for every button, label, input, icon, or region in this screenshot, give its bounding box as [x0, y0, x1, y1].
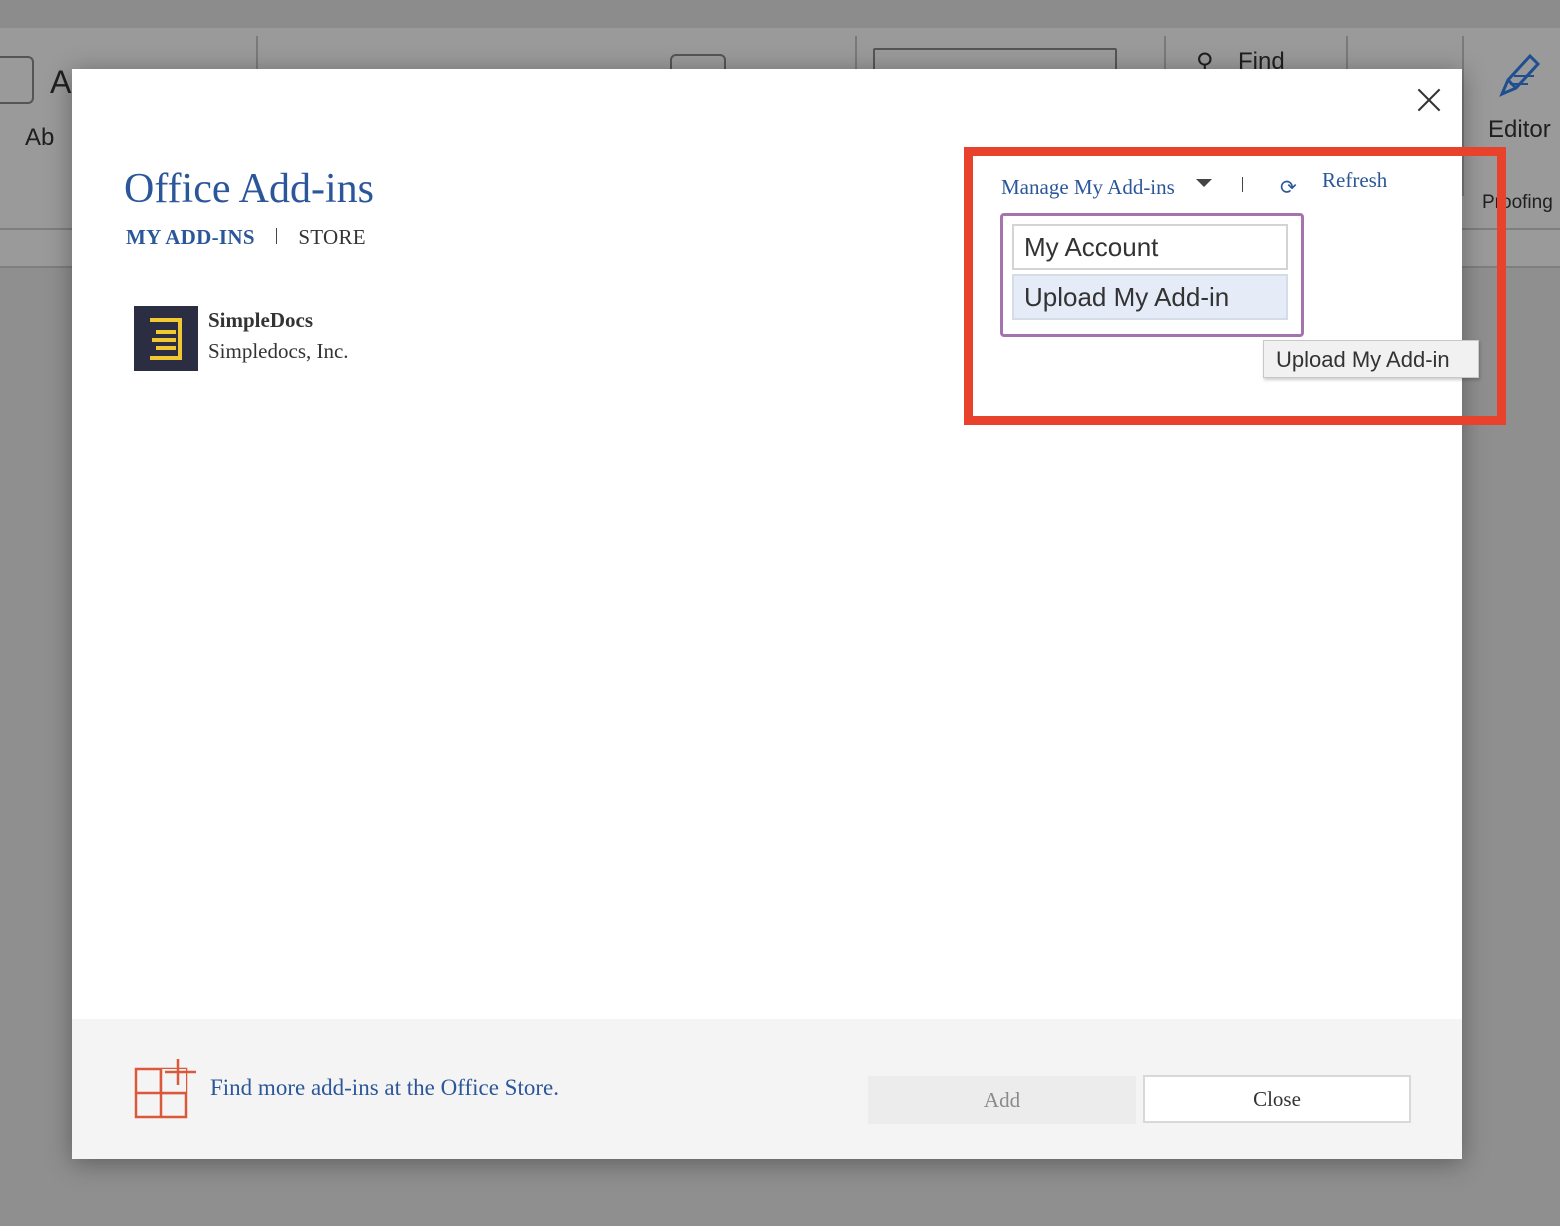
refresh-icon[interactable]: ⟳	[1280, 175, 1297, 200]
styles-sample[interactable]: Ab	[25, 124, 54, 152]
chevron-down-icon[interactable]	[1196, 179, 1212, 187]
tab-store[interactable]: STORE	[298, 225, 366, 249]
dialog-title: Office Add-ins	[124, 166, 375, 212]
editor-pen-icon[interactable]	[1494, 50, 1544, 100]
ribbon-divider	[1462, 36, 1464, 196]
editor-label[interactable]: Editor	[1488, 116, 1551, 144]
menu-item-my-account[interactable]: My Account	[1012, 224, 1288, 270]
menu-item-upload-my-addin[interactable]: Upload My Add-in	[1012, 274, 1288, 320]
addin-name: SimpleDocs	[208, 308, 313, 332]
close-icon[interactable]	[1412, 83, 1446, 117]
manage-dropdown-menu: My Account Upload My Add-in	[1000, 213, 1304, 337]
tab-separator	[276, 228, 278, 244]
ribbon-tab-strip	[0, 0, 1560, 28]
addin-list-item[interactable]: SimpleDocs Simpledocs, Inc.	[134, 306, 634, 372]
font-dropdown[interactable]	[0, 56, 34, 104]
close-button[interactable]: Close	[1143, 1075, 1411, 1123]
upload-tooltip: Upload My Add-in	[1263, 340, 1479, 378]
dialog-footer: Find more add-ins at the Office Store. A…	[72, 1019, 1462, 1159]
simpledocs-logo-icon	[134, 306, 198, 371]
add-button[interactable]: Add	[868, 1076, 1136, 1124]
font-size-sample: A	[50, 64, 72, 100]
store-add-icon[interactable]	[134, 1057, 198, 1121]
tab-my-addins[interactable]: MY ADD-INS	[126, 225, 255, 249]
manage-my-addins-menu[interactable]: Manage My Add-ins	[1001, 175, 1175, 200]
office-store-link[interactable]: Find more add-ins at the Office Store.	[210, 1075, 559, 1101]
office-addins-dialog: Office Add-ins MY ADD-INS STORE SimpleDo…	[72, 69, 1506, 1159]
addin-publisher: Simpledocs, Inc.	[208, 339, 349, 363]
proofing-group-label: Proofing	[1482, 192, 1553, 213]
dialog-tabs: MY ADD-INS STORE	[126, 225, 366, 250]
refresh-link[interactable]: Refresh	[1322, 168, 1387, 193]
menu-separator	[1242, 177, 1243, 192]
